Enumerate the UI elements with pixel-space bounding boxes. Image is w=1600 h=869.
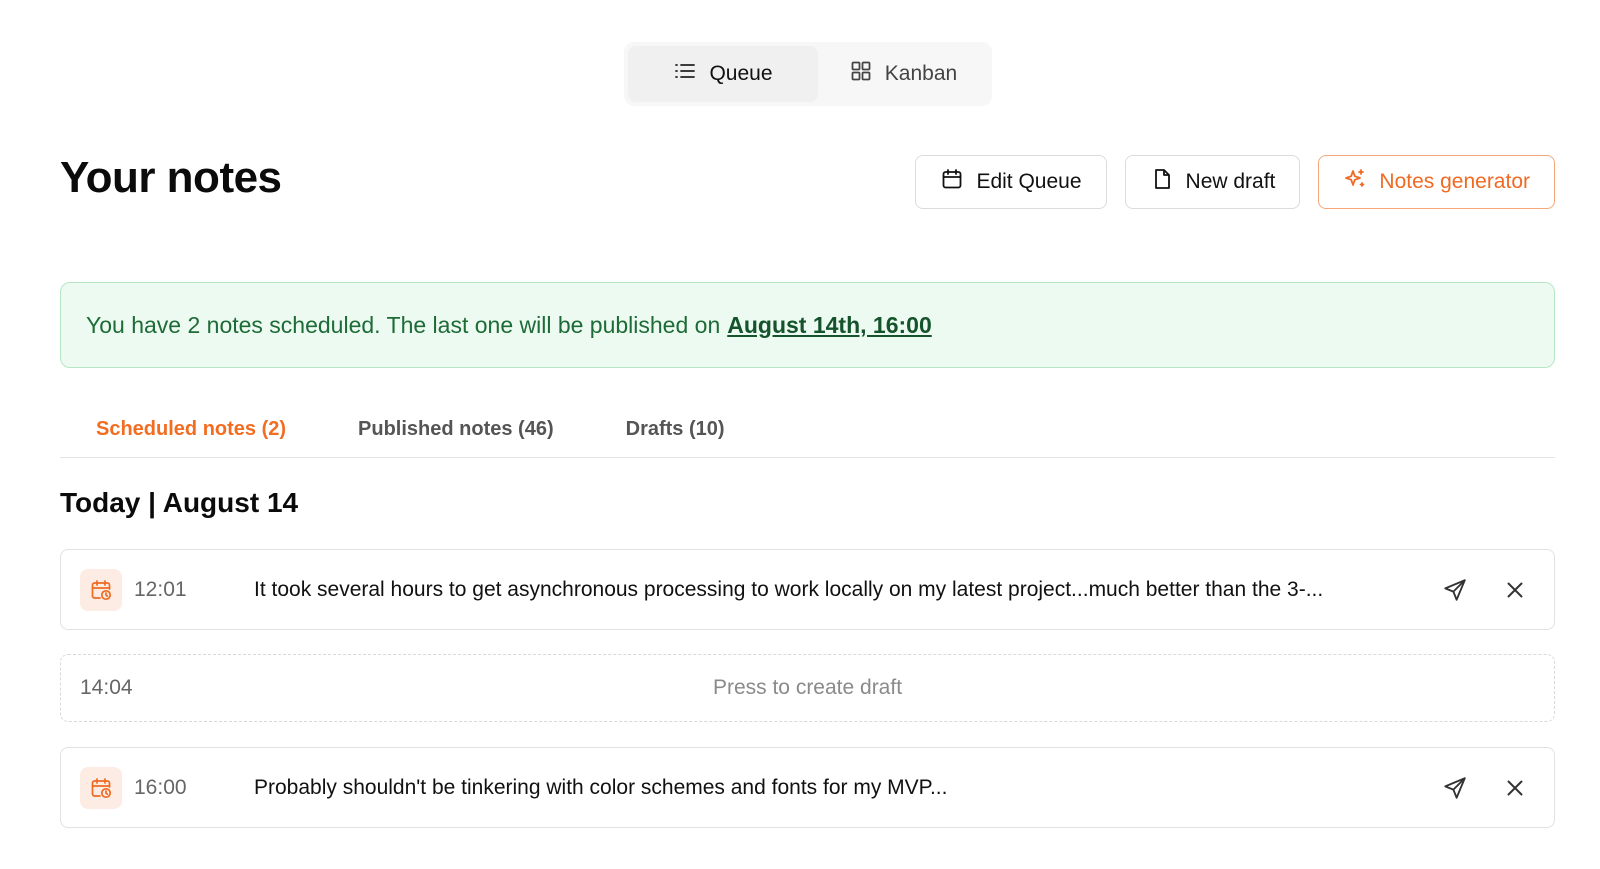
note-time: 12:01	[134, 577, 187, 601]
calendar-clock-icon	[80, 766, 122, 809]
document-icon	[1150, 167, 1174, 197]
note-preview: Probably shouldn't be tinkering with col…	[254, 775, 948, 799]
close-icon[interactable]	[1495, 570, 1535, 610]
notes-tabs: Scheduled notes (2) Published notes (46)…	[60, 408, 1555, 458]
note-time: 16:00	[134, 775, 187, 799]
note-preview: It took several hours to get asynchronou…	[254, 577, 1324, 601]
kanban-view-button[interactable]: Kanban	[818, 46, 988, 102]
edit-queue-label: Edit Queue	[976, 170, 1082, 193]
create-draft-hint: Press to create draft	[712, 676, 903, 699]
banner-text: You have 2 notes scheduled. The last one…	[86, 311, 721, 338]
tab-scheduled-notes[interactable]: Scheduled notes (2)	[96, 408, 286, 457]
section-title: Today | August 14	[60, 487, 299, 518]
edit-queue-button[interactable]: Edit Queue	[915, 155, 1107, 209]
schedule-banner: You have 2 notes scheduled. The last one…	[60, 282, 1555, 368]
scheduled-note-row[interactable]: 12:01 It took several hours to get async…	[60, 549, 1555, 630]
header-actions: Edit Queue New draft Notes generator	[915, 155, 1555, 209]
list-icon	[673, 59, 697, 89]
notes-page: Queue Kanban Your notes Edit Queue New d…	[0, 0, 1600, 869]
new-draft-label: New draft	[1185, 170, 1276, 193]
kanban-view-label: Kanban	[884, 62, 958, 85]
view-toggle: Queue Kanban	[624, 42, 992, 106]
close-icon[interactable]	[1495, 768, 1535, 808]
empty-slot-row[interactable]: 14:04 Press to create draft	[60, 654, 1555, 722]
page-title: Your notes	[60, 153, 282, 202]
sparkles-icon	[1343, 167, 1367, 197]
tab-drafts[interactable]: Drafts (10)	[626, 408, 725, 457]
new-draft-button[interactable]: New draft	[1124, 155, 1301, 209]
send-icon[interactable]	[1435, 570, 1475, 610]
calendar-clock-icon	[80, 568, 122, 611]
grid-icon	[849, 59, 873, 89]
send-icon[interactable]	[1435, 768, 1475, 808]
notes-generator-button[interactable]: Notes generator	[1318, 155, 1555, 209]
last-publish-link[interactable]: August 14th, 16:00	[727, 312, 932, 339]
notes-generator-label: Notes generator	[1379, 170, 1530, 193]
queue-view-label: Queue	[709, 62, 773, 85]
scheduled-note-row[interactable]: 16:00 Probably shouldn't be tinkering wi…	[60, 747, 1555, 828]
queue-view-button[interactable]: Queue	[628, 46, 818, 102]
tab-published-notes[interactable]: Published notes (46)	[358, 408, 554, 457]
calendar-icon	[940, 167, 964, 197]
